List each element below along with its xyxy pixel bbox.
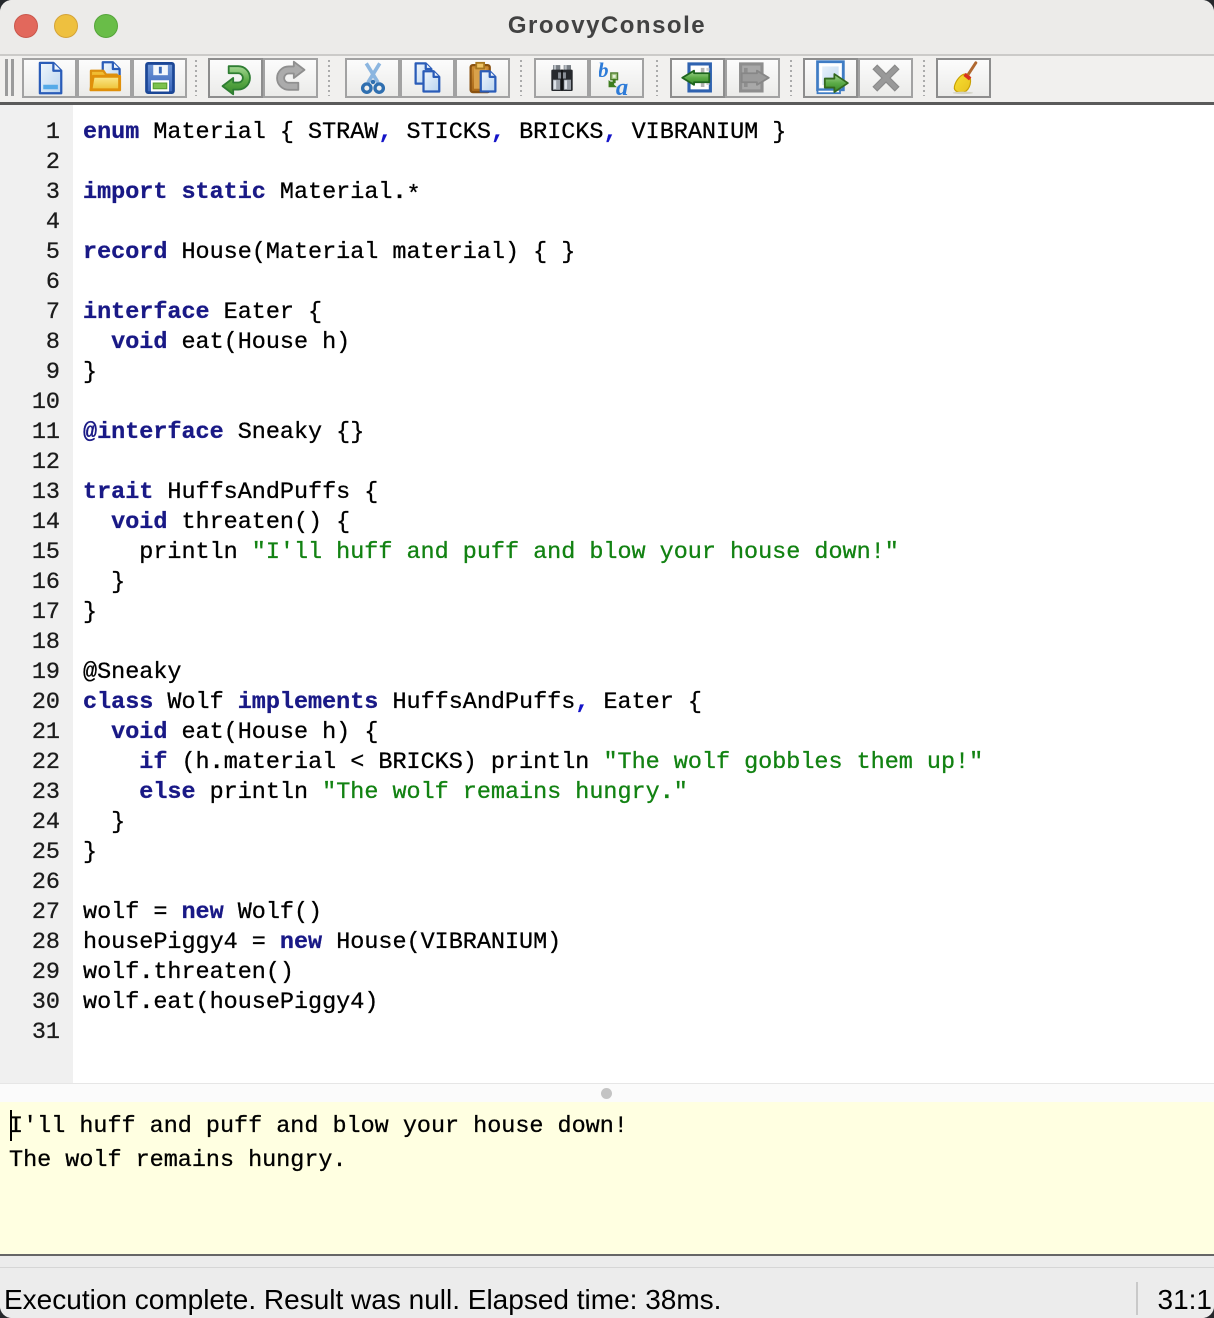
svg-text:b: b xyxy=(599,60,609,82)
